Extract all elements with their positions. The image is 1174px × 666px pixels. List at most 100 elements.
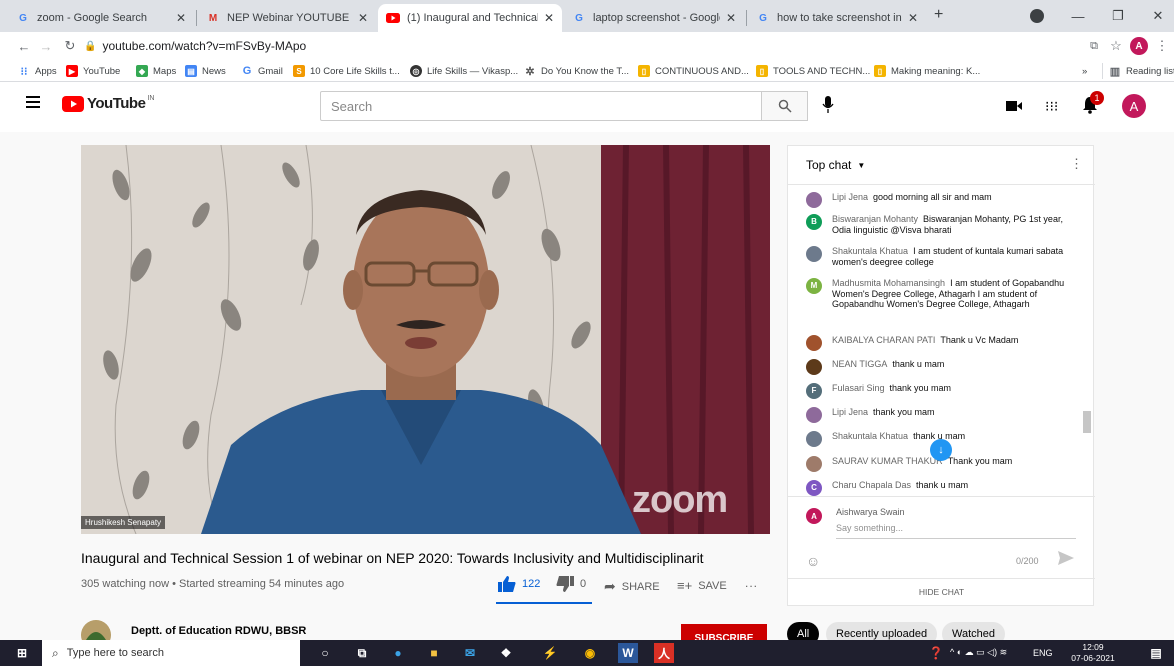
video-meta: 305 watching now • Started streaming 54 …: [81, 578, 345, 590]
close-tab-icon[interactable]: ✕: [544, 11, 554, 25]
file-explorer-icon[interactable]: ■: [424, 643, 444, 663]
bookmark-item[interactable]: ▯ CONTINUOUS AND...: [638, 63, 749, 79]
bookmark-item[interactable]: S 10 Core Life Skills t...: [293, 63, 400, 79]
mail-icon[interactable]: ✉: [460, 643, 480, 663]
bookmark-item[interactable]: ▯ TOOLS AND TECHN...: [756, 63, 870, 79]
scroll-to-bottom-button[interactable]: ↓: [930, 439, 952, 461]
bookmark-item[interactable]: ⁝⁝ Apps: [18, 63, 57, 79]
translate-icon[interactable]: ⧉: [1084, 36, 1104, 56]
help-icon[interactable]: ❓: [926, 643, 946, 663]
bookmark-label: Do You Know the T...: [541, 65, 630, 77]
bookmark-item[interactable]: ✲ Do You Know the T...: [524, 63, 629, 79]
chat-text: good morning all sir and mam: [873, 192, 992, 202]
send-icon[interactable]: [1058, 551, 1074, 570]
bookmark-item[interactable]: ◎ Life Skills — Vikasp...: [410, 63, 518, 79]
browser-tab[interactable]: M NEP Webinar YOUTUBE & ZOOM ✕: [198, 4, 376, 32]
bookmark-item[interactable]: ▤ News: [185, 63, 226, 79]
address-bar[interactable]: 🔒 youtube.com/watch?v=mFSvBy-MApo: [84, 35, 1004, 57]
hide-chat-button[interactable]: HIDE CHAT: [788, 587, 1095, 597]
save-button[interactable]: ≡+ SAVE: [677, 578, 727, 593]
dislike-button[interactable]: 0: [556, 576, 586, 592]
search-input[interactable]: Search: [320, 91, 762, 121]
chat-message: KAIBALYA CHARAN PATI Thank u Vc Madam: [806, 335, 1076, 351]
close-tab-icon[interactable]: ✕: [726, 11, 736, 25]
chat-author: Lipi Jena: [832, 192, 869, 202]
chat-message: C Charu Chapala Das thank u mam: [806, 480, 1076, 496]
reading-list-button[interactable]: ▥ Reading list: [1102, 63, 1174, 79]
user-avatar: [806, 407, 822, 423]
browser-menu-icon[interactable]: ⋮: [1152, 36, 1172, 56]
bookmark-star-icon[interactable]: ☆: [1106, 36, 1126, 56]
share-button[interactable]: ➦ SHARE: [604, 578, 660, 595]
windows-start-icon[interactable]: ⊞: [12, 643, 32, 663]
search-button[interactable]: [762, 91, 808, 121]
clock-time: 12:09: [1082, 642, 1104, 652]
create-video-icon[interactable]: [1006, 99, 1022, 117]
bookmark-item[interactable]: G Gmail: [241, 63, 283, 79]
video-player[interactable]: Hrushikesh Senapaty zoom: [81, 145, 770, 534]
back-icon[interactable]: ←: [14, 36, 34, 56]
tab-title: how to take screenshot in windo: [777, 12, 902, 24]
close-tab-icon[interactable]: ✕: [358, 11, 368, 25]
bookmark-label: News: [202, 65, 226, 77]
close-window-icon[interactable]: ✕: [1138, 0, 1174, 32]
channel-name[interactable]: Deptt. of Education RDWU, BBSR: [131, 625, 306, 637]
maximize-icon[interactable]: ❐: [1098, 0, 1138, 32]
tab-search-icon[interactable]: [1030, 9, 1044, 23]
current-user-avatar: A: [806, 508, 822, 524]
user-avatar: C: [806, 480, 822, 496]
new-tab-button[interactable]: +: [934, 6, 943, 24]
profile-avatar[interactable]: A: [1130, 37, 1148, 55]
chat-author: Biswaranjan Mohanty: [832, 214, 919, 224]
chat-mode-dropdown[interactable]: Top chat ▼: [806, 158, 865, 172]
dropbox-icon[interactable]: ❖: [496, 643, 516, 663]
more-bookmarks-button[interactable]: »: [1082, 63, 1087, 79]
acrobat-icon[interactable]: 人: [654, 643, 674, 663]
forward-icon[interactable]: →: [36, 36, 56, 56]
save-playlist-icon: ≡+: [677, 578, 693, 593]
arrow-down-icon: ↓: [938, 444, 944, 456]
bookmark-item[interactable]: ▯ Making meaning: K...: [874, 63, 980, 79]
notification-center-icon[interactable]: ▤: [1146, 643, 1166, 663]
tray-icons[interactable]: ^ ◐ ☁ ▭ ◁) ≋: [950, 647, 1007, 658]
word-icon[interactable]: W: [618, 643, 638, 663]
hamburger-menu-icon[interactable]: [26, 96, 40, 108]
taskbar-search-box[interactable]: ⌕ Type here to search: [42, 640, 300, 666]
like-button[interactable]: 122: [498, 576, 540, 592]
windows-taskbar: ⊞ ⌕ Type here to search ○ ⧉ ● ■ ✉ ❖ ⚡ ◉ …: [0, 640, 1174, 666]
chat-message-input[interactable]: Say something...: [836, 523, 1076, 539]
bookmark-label: 10 Core Life Skills t...: [310, 65, 400, 77]
winamp-icon[interactable]: ⚡: [540, 643, 560, 663]
reload-icon[interactable]: ↻: [60, 36, 80, 56]
task-view-icon[interactable]: ⧉: [352, 643, 372, 663]
close-tab-icon[interactable]: ✕: [908, 11, 918, 25]
browser-tab[interactable]: G laptop screenshot - Google Sear ✕: [564, 4, 744, 32]
minimize-icon[interactable]: —: [1058, 0, 1098, 32]
bookmark-item[interactable]: ◆ Maps: [136, 63, 176, 79]
youtube-logo[interactable]: YouTube IN: [62, 95, 154, 112]
more-actions-button[interactable]: ...: [745, 576, 758, 590]
bookmark-item[interactable]: ▶ YouTube: [66, 63, 120, 79]
apps-grid-icon[interactable]: ⁝⁝⁝: [1045, 98, 1058, 115]
browser-tab[interactable]: G how to take screenshot in windo ✕: [748, 4, 926, 32]
cortana-icon[interactable]: ○: [315, 643, 335, 663]
taskbar-clock[interactable]: 12:09 07-06-2021: [1062, 642, 1124, 664]
notification-badge: 1: [1090, 91, 1104, 105]
language-indicator[interactable]: ENG: [1033, 648, 1053, 658]
user-avatar: F: [806, 383, 822, 399]
close-tab-icon[interactable]: ✕: [176, 11, 186, 25]
emoji-icon[interactable]: ☺: [806, 553, 820, 569]
browser-tab-strip: G zoom - Google Search ✕ M NEP Webinar Y…: [0, 0, 1174, 32]
chat-menu-icon[interactable]: ⋮: [1070, 156, 1083, 172]
edge-icon[interactable]: ●: [388, 643, 408, 663]
globe-icon: ◎: [410, 65, 422, 77]
chrome-icon[interactable]: ◉: [580, 643, 600, 663]
user-avatar: [806, 456, 822, 472]
microphone-icon[interactable]: [822, 95, 834, 117]
google-icon: G: [19, 12, 27, 24]
chat-scrollbar[interactable]: [1083, 411, 1091, 433]
browser-tab-active[interactable]: (1) Inaugural and Technical Sessi ✕: [378, 4, 562, 32]
account-avatar[interactable]: A: [1122, 94, 1146, 118]
browser-tab[interactable]: G zoom - Google Search ✕: [8, 4, 194, 32]
lock-icon: 🔒: [84, 40, 97, 52]
